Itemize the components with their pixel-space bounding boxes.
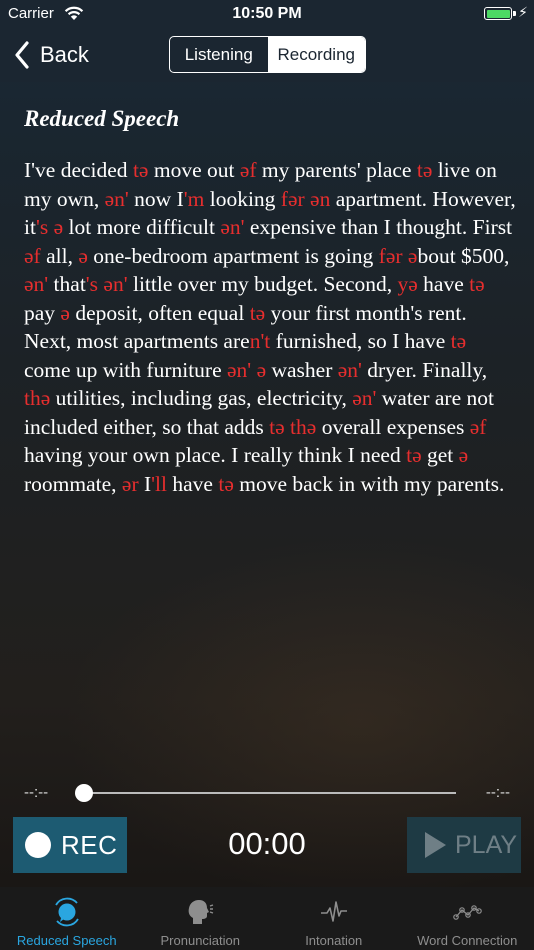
- passage-text: I: [138, 471, 152, 496]
- reduced-form: fər ən: [280, 186, 331, 211]
- progress-track[interactable]: [84, 792, 456, 794]
- reduced-form: yə: [397, 272, 418, 296]
- play-button[interactable]: PLAY: [407, 817, 521, 873]
- passage-text: lot more difficult: [63, 215, 221, 239]
- segment-recording[interactable]: Recording: [267, 37, 365, 72]
- recording-screen: Carrier 10:50 PM ⚡ Back Listening Record…: [0, 0, 534, 950]
- passage-text: roommate,: [24, 471, 122, 496]
- reduced-form: tə: [249, 300, 266, 325]
- segment-listening[interactable]: Listening: [170, 37, 268, 72]
- passage-text: overall expenses: [316, 414, 470, 439]
- passage-text: move out: [148, 158, 240, 182]
- lesson-title: Reduced Speech: [24, 106, 180, 131]
- reduced-form: tə thə: [269, 414, 317, 439]
- passage-text: I've decided: [24, 158, 133, 182]
- passage-text: deposit, often equal: [69, 300, 250, 325]
- play-icon: [425, 832, 446, 858]
- passage-text: furnished, so I have: [270, 329, 451, 353]
- reduced-form: əf: [469, 414, 487, 439]
- reduced-form: ə: [256, 357, 267, 382]
- passage-text: utilities, including gas, electricity,: [50, 386, 353, 410]
- reduced-form: 'll: [151, 471, 167, 496]
- back-button[interactable]: Back: [14, 38, 89, 72]
- reduced-form: ən': [352, 386, 377, 410]
- waveform-icon: [320, 901, 347, 922]
- tab-intonation[interactable]: Intonation: [267, 887, 401, 950]
- passage-text: my parents' place: [256, 158, 417, 182]
- reduced-form: ə: [78, 243, 88, 268]
- passage-text: looking: [204, 186, 281, 211]
- mode-segmented-control: Listening Recording: [169, 36, 366, 73]
- reduced-form: ən': [220, 215, 245, 239]
- reduced-form: ə: [458, 443, 469, 467]
- passage-text: expensive than I thought. First: [244, 215, 513, 239]
- passage-text: one-bedroom apartment is going: [87, 243, 379, 268]
- tab-reduced-speech[interactable]: Reduced Speech: [0, 887, 134, 950]
- reduced-form: ən': [337, 357, 362, 382]
- reduced-speech-icon: [54, 897, 79, 927]
- back-label: Back: [40, 42, 89, 67]
- navigation-bar: Back Listening Recording: [0, 28, 534, 82]
- reduced-form: tə: [416, 158, 433, 182]
- passage-text: move back in with my parents.: [233, 471, 505, 496]
- reduced-form: əf: [24, 243, 41, 268]
- chevron-left-icon: [15, 41, 29, 69]
- status-time: 10:50 PM: [232, 5, 302, 22]
- battery-tip: [513, 11, 516, 16]
- lesson-passage: I've decided tə move out əf my parents' …: [24, 156, 516, 498]
- reduced-form: əf: [239, 158, 257, 182]
- reduced-form: ər: [121, 471, 139, 496]
- remaining-time: --:--: [485, 784, 510, 801]
- passage-text: having your own place. I really think I …: [24, 443, 407, 467]
- reduced-form: 's ə: [35, 215, 64, 239]
- reduced-form: tə: [406, 443, 422, 467]
- passage-text: have: [417, 272, 470, 296]
- tab-word-connection[interactable]: Word Connection: [401, 887, 534, 950]
- reduced-form: 'm: [183, 186, 205, 211]
- reduced-form: 's ən': [85, 272, 128, 296]
- charging-bolt-icon: ⚡: [518, 4, 528, 20]
- passage-text: pay: [24, 300, 61, 325]
- play-label: PLAY: [455, 830, 518, 859]
- battery-icon: [484, 7, 512, 20]
- connected-dots-icon: [453, 905, 483, 920]
- passage-text: have: [167, 471, 219, 496]
- passage-text: that: [48, 272, 86, 296]
- passage-text: now I: [128, 186, 184, 211]
- reduced-form: n't: [249, 329, 271, 353]
- tab-bar: Reduced Speech Pronunciation Intonation: [0, 887, 534, 950]
- reduced-form: fər: [378, 243, 403, 268]
- passage-text: get: [421, 443, 459, 467]
- passage-text: come up with furniture: [24, 357, 228, 382]
- reduced-form: ən': [24, 272, 49, 296]
- progress-thumb[interactable]: [75, 784, 93, 802]
- passage-text: dryer. Finally,: [361, 357, 488, 382]
- reduced-form: ən': [104, 186, 129, 211]
- reduced-form: tə: [469, 272, 485, 296]
- elapsed-time: --:--: [24, 784, 49, 801]
- speaking-head-icon: [188, 900, 214, 924]
- tab-label: Word Connection: [417, 933, 518, 948]
- reduced-form: thə: [24, 386, 51, 410]
- reduced-form: ə: [60, 300, 70, 325]
- reduced-form: tə: [450, 329, 467, 353]
- reduced-form: tə: [218, 471, 234, 496]
- tab-label: Reduced Speech: [16, 933, 117, 948]
- passage-text: bout $500,: [417, 243, 510, 268]
- passage-text: washer: [266, 357, 338, 382]
- reduced-form: tə: [132, 158, 149, 182]
- tab-label: Pronunciation: [160, 933, 241, 948]
- tab-pronunciation[interactable]: Pronunciation: [134, 887, 268, 950]
- passage-text: all,: [40, 243, 79, 268]
- status-bar: Carrier 10:50 PM ⚡: [0, 0, 534, 28]
- passage-text: little over my budget. Second,: [127, 272, 398, 296]
- tab-label: Intonation: [305, 933, 363, 948]
- reduced-form: ən': [227, 357, 252, 382]
